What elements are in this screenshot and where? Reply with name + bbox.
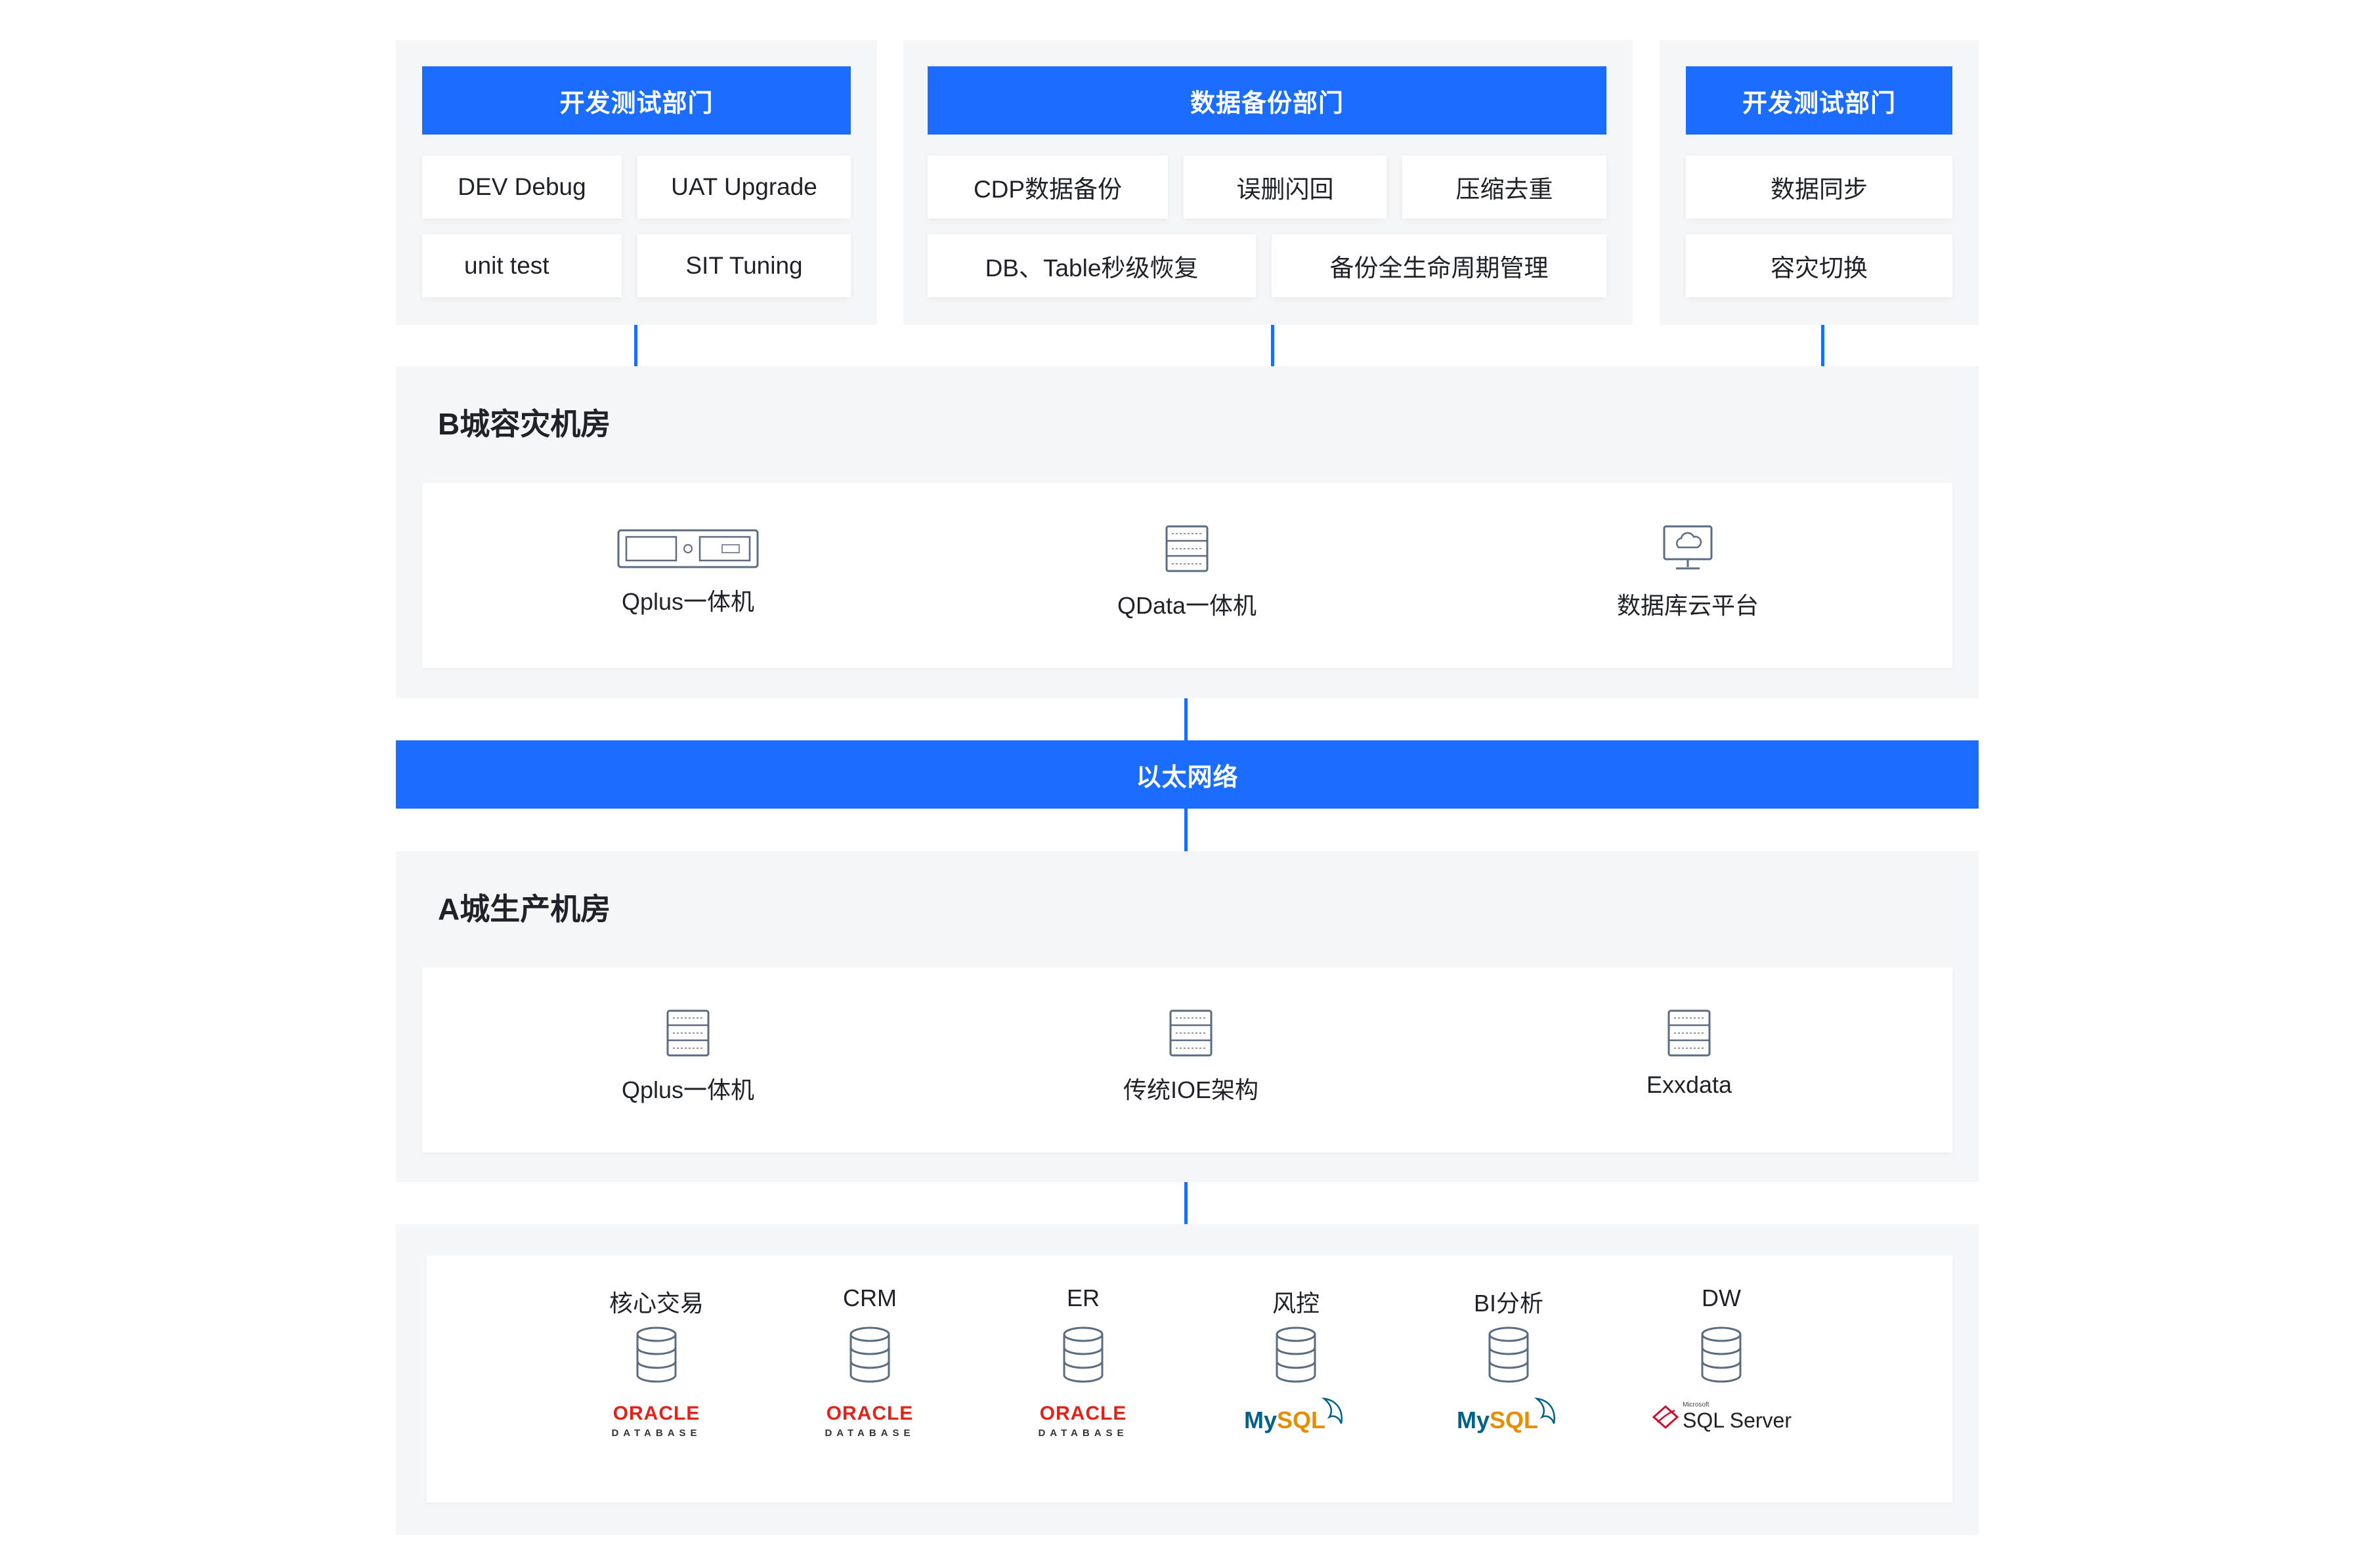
dolphin-icon	[1534, 1397, 1555, 1424]
server-icon	[1165, 525, 1209, 572]
room-a-nodes: Qplus一体机 传统IOE架构 Exxdata	[422, 967, 1952, 1153]
mysql-my: My	[1456, 1407, 1490, 1433]
node-ioe: 传统IOE架构	[1060, 1009, 1322, 1105]
dept-item: UAT Upgrade	[637, 156, 851, 219]
node-label: 传统IOE架构	[1123, 1076, 1259, 1103]
connector-line	[634, 325, 637, 366]
database-icon	[636, 1326, 677, 1383]
connector-line	[1271, 325, 1274, 366]
dept-item: CDP数据备份	[928, 156, 1168, 219]
dept-panel-backup: 数据备份部门 CDP数据备份 误删闪回 压缩去重 DB、Table秒级恢复 备份…	[903, 40, 1633, 325]
dept-panel-dev-test: 开发测试部门 DEV Debug UAT Upgrade unit test S…	[396, 40, 877, 325]
dept-item: 数据同步	[1686, 156, 1952, 219]
dept-item: 容灾切换	[1686, 234, 1952, 297]
db-core-trade: 核心交易 ORACLE DATABASE	[584, 1284, 729, 1439]
node-qplus: Qplus一体机	[557, 529, 819, 617]
server-icon	[1667, 1009, 1711, 1057]
dept-panel-dr: 开发测试部门 数据同步 容灾切换	[1660, 40, 1979, 325]
db-label: BI分析	[1473, 1290, 1543, 1317]
node-db-cloud: 数据库云平台	[1557, 525, 1819, 621]
mysql-logo: My SQL	[1457, 1397, 1560, 1434]
sqlserver-logo: Microsoft SQL Server	[1651, 1401, 1792, 1433]
dolphin-icon	[1322, 1397, 1343, 1424]
dept-header: 开发测试部门	[1686, 66, 1952, 135]
oracle-sub: DATABASE	[1038, 1428, 1128, 1439]
db-bi: BI分析 My SQL	[1436, 1284, 1581, 1434]
oracle-sub: DATABASE	[825, 1428, 915, 1439]
oracle-word: ORACLE	[612, 1403, 700, 1424]
db-label: DW	[1702, 1284, 1741, 1311]
room-a-title: A城生产机房	[438, 892, 611, 926]
connector-line	[1184, 698, 1188, 740]
connector-line	[1184, 1182, 1188, 1224]
db-crm: CRM ORACLE DATABASE	[798, 1284, 942, 1439]
db-label: 核心交易	[609, 1290, 704, 1317]
node-label: 数据库云平台	[1616, 592, 1759, 619]
node-label: Qplus一体机	[621, 588, 755, 615]
node-label: Exxdata	[1646, 1071, 1732, 1098]
db-label: CRM	[843, 1284, 897, 1311]
server-icon	[666, 1009, 710, 1057]
mysql-sql: SQL	[1277, 1407, 1326, 1433]
oracle-word: ORACLE	[1039, 1403, 1127, 1424]
dept-item: DB、Table秒级恢复	[928, 234, 1256, 297]
oracle-word: ORACLE	[826, 1403, 914, 1424]
dept-item: SIT Tuning	[637, 234, 851, 297]
database-icon	[1488, 1326, 1529, 1383]
database-icon	[1063, 1326, 1104, 1383]
dept-header: 开发测试部门	[422, 66, 851, 135]
sqlserver-word: SQL Server	[1683, 1409, 1792, 1432]
db-er: ER ORACLE DATABASE	[1011, 1284, 1155, 1439]
appliance-icon	[617, 529, 759, 568]
oracle-logo: ORACLE DATABASE	[1038, 1403, 1128, 1439]
oracle-sub: DATABASE	[611, 1428, 702, 1439]
mysql-my: My	[1243, 1407, 1277, 1433]
dept-item: 备份全生命周期管理	[1272, 234, 1606, 297]
node-qplus: Qplus一体机	[557, 1009, 819, 1105]
cloud-monitor-icon	[1663, 525, 1713, 570]
db-label: 风控	[1272, 1290, 1320, 1317]
database-icon	[1701, 1326, 1742, 1383]
room-b-nodes: Qplus一体机 QData一体机 数据库云平台	[422, 483, 1952, 668]
oracle-logo: ORACLE DATABASE	[611, 1403, 701, 1439]
db-dw: DW Microsoft SQL Server	[1649, 1284, 1794, 1433]
dept-item: DEV Debug	[422, 156, 622, 219]
database-icon	[1276, 1326, 1316, 1383]
room-b-panel: B城容灾机房 Qplus一体机 QData一体机 数据库云平台	[396, 366, 1979, 698]
node-label: Qplus一体机	[621, 1076, 755, 1103]
dept-item: unit test	[422, 234, 622, 297]
node-exxdata: Exxdata	[1558, 1009, 1820, 1099]
db-risk: 风控 My SQL	[1224, 1284, 1368, 1434]
oracle-logo: ORACLE DATABASE	[825, 1403, 914, 1439]
dept-header: 数据备份部门	[928, 66, 1606, 135]
db-label: ER	[1066, 1284, 1100, 1311]
sqlserver-ms: Microsoft	[1683, 1401, 1709, 1409]
connector-line	[1821, 325, 1824, 366]
database-panel: 核心交易 ORACLE DATABASE CRM ORACLE DATABASE…	[396, 1224, 1979, 1535]
network-bar: 以太网络	[396, 740, 1979, 809]
node-qdata: QData一体机	[1056, 525, 1318, 621]
connector-line	[1184, 809, 1188, 851]
dept-item: 误删闪回	[1184, 156, 1386, 219]
database-list: 核心交易 ORACLE DATABASE CRM ORACLE DATABASE…	[427, 1256, 1952, 1502]
sqlserver-icon	[1652, 1405, 1679, 1430]
room-a-panel: A城生产机房 Qplus一体机 传统IOE架构 Exxdata	[396, 851, 1979, 1182]
server-icon	[1169, 1009, 1213, 1057]
dept-item: 压缩去重	[1402, 156, 1606, 219]
mysql-sql: SQL	[1490, 1407, 1539, 1433]
database-icon	[849, 1326, 890, 1383]
room-b-title: B城容灾机房	[438, 407, 611, 441]
node-label: QData一体机	[1117, 592, 1257, 619]
mysql-logo: My SQL	[1244, 1397, 1348, 1434]
